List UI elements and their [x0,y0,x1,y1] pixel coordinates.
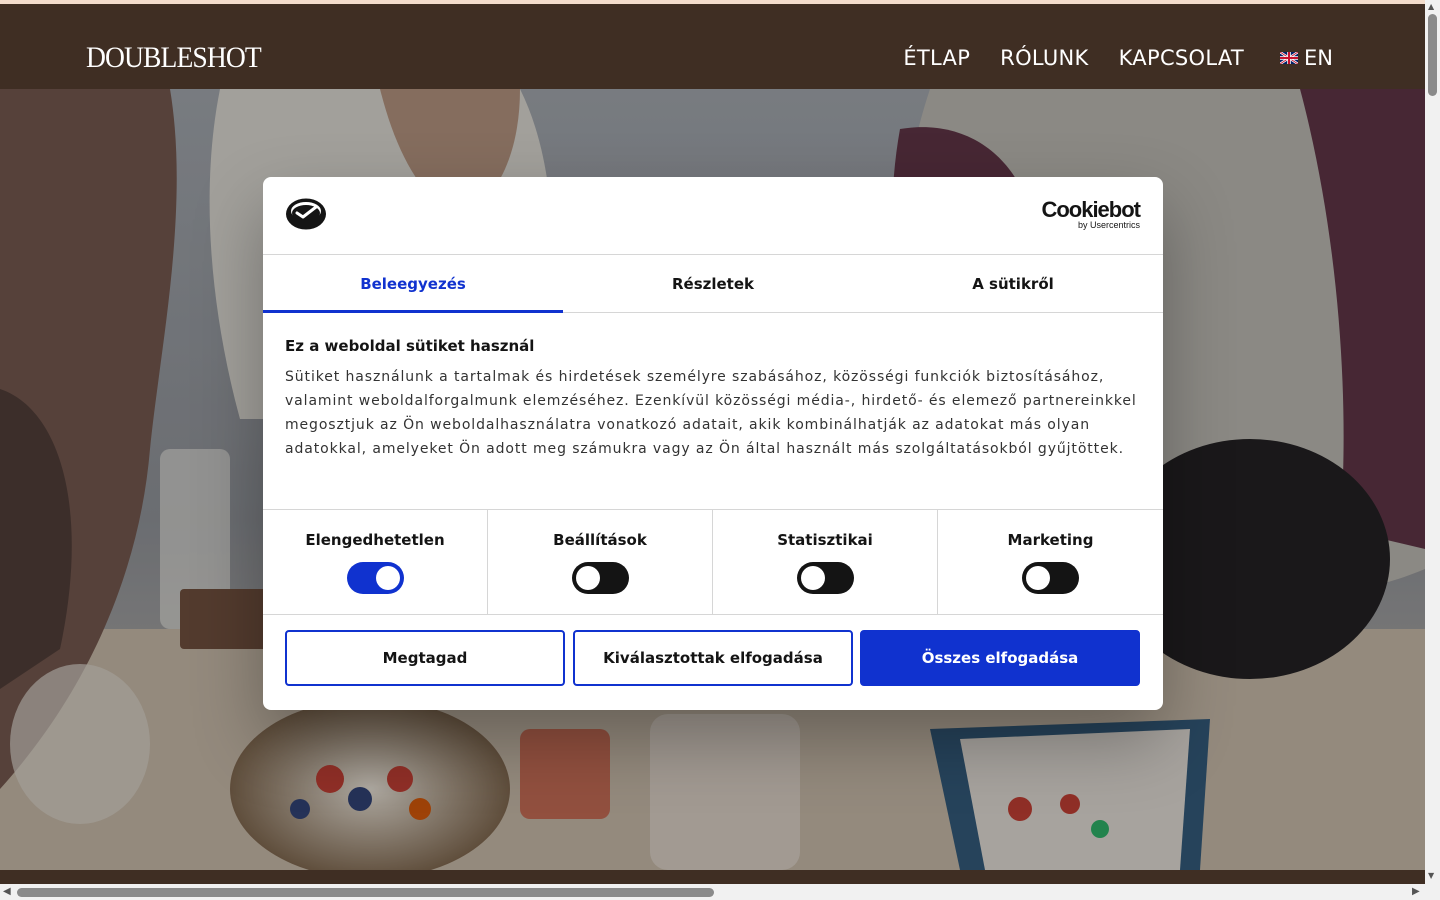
cookie-consent-dialog: Cookiebot by Usercentrics Beleegyezés Ré… [263,177,1163,710]
accept-selected-button[interactable]: Kiválasztottak elfogadása [573,630,853,686]
vertical-scroll-thumb[interactable] [1428,14,1437,96]
nav-item-rolunk[interactable]: RÓLUNK [1000,44,1088,72]
category-label: Beállítások [553,531,647,549]
tab-a-sutikrol[interactable]: A sütikről [863,255,1163,312]
dialog-tabs: Beleegyezés Részletek A sütikről [263,255,1163,313]
tab-beleegyezes[interactable]: Beleegyezés [263,255,563,313]
scroll-up-icon[interactable]: ▲ [1428,2,1434,12]
dialog-header: Cookiebot by Usercentrics [263,177,1163,255]
category-label: Elengedhetetlen [305,531,445,549]
language-label: EN [1304,46,1333,70]
site-header: DOUBLESHOT ÉTLAP RÓLUNK KAPCSOLAT EN [0,4,1425,89]
category-statistics: Statisztikai [713,510,938,614]
vertical-scrollbar[interactable]: ▲ ▼ [1425,0,1440,884]
tab-reszletek[interactable]: Részletek [563,255,863,312]
cookiebot-name: Cookiebot [1041,197,1141,222]
statistics-toggle[interactable] [796,562,854,594]
page-bottom-band [0,870,1425,884]
nav-item-etlap[interactable]: ÉTLAP [903,44,970,72]
category-label: Statisztikai [777,531,873,549]
toggle-knob [1026,566,1050,590]
cookiebot-logo[interactable]: Cookiebot by Usercentrics [1041,197,1141,231]
horizontal-scroll-thumb[interactable] [17,888,714,897]
necessary-toggle[interactable] [346,562,404,594]
language-switch[interactable]: EN [1280,44,1333,72]
cookie-brand-icon [286,198,326,230]
nav-item-kapcsolat[interactable]: KAPCSOLAT [1119,44,1244,72]
consent-title: Ez a weboldal sütiket használ [285,337,535,355]
category-preferences: Beállítások [488,510,713,614]
toggle-knob [375,566,400,590]
consent-body: Ez a weboldal sütiket használ Sütiket ha… [285,335,1141,461]
uk-flag-icon [1280,52,1299,64]
scroll-left-icon[interactable]: ◀ [3,886,11,898]
marketing-toggle[interactable] [1022,562,1079,594]
main-nav: ÉTLAP RÓLUNK KAPCSOLAT EN [873,44,1333,72]
consent-description: Sütiket használunk a tartalmak és hirdet… [285,369,1137,457]
horizontal-scrollbar[interactable]: ◀ ▶ [0,884,1440,900]
cookie-category-toggles: Elengedhetetlen Beállítások Statisztikai… [263,509,1163,615]
deny-button[interactable]: Megtagad [285,630,565,686]
toggle-knob [575,566,600,590]
category-marketing: Marketing [938,510,1163,614]
preferences-toggle[interactable] [571,562,629,594]
category-necessary: Elengedhetetlen [263,510,488,614]
scroll-right-icon[interactable]: ▶ [1412,886,1420,898]
toggle-knob [800,566,825,590]
accept-all-button[interactable]: Összes elfogadása [860,630,1140,686]
scroll-down-icon[interactable]: ▼ [1428,871,1434,881]
site-logo[interactable]: DOUBLESHOT [86,40,262,76]
category-label: Marketing [1007,531,1094,549]
